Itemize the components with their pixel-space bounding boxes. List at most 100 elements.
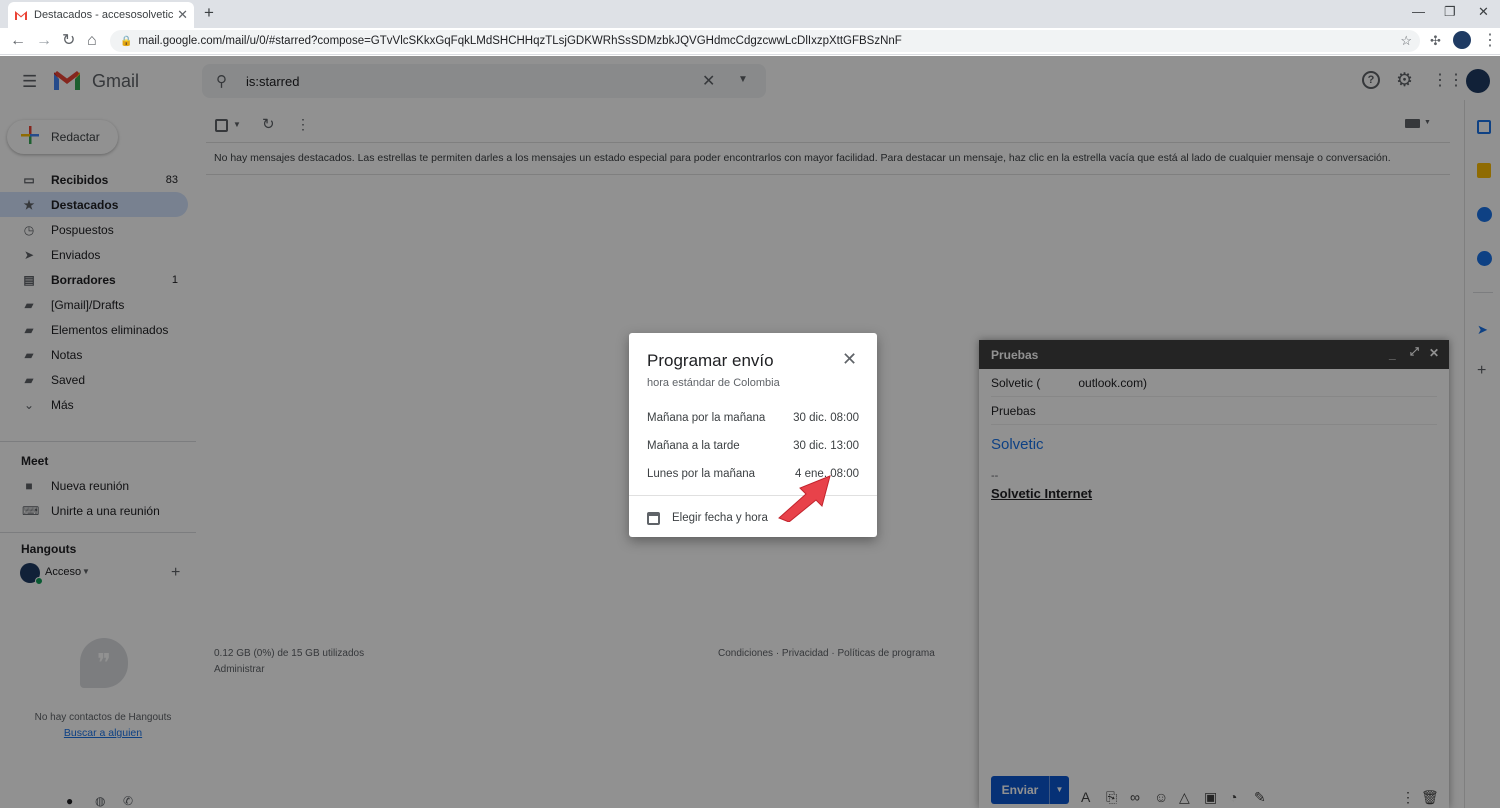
option-label: Mañana por la mañana xyxy=(647,412,766,424)
account-avatar[interactable] xyxy=(1466,69,1490,93)
meet-join-meeting[interactable]: ⌨ Unirte a una reunión xyxy=(0,498,190,523)
link-icon[interactable]: ∞ xyxy=(1130,789,1140,805)
option-time: 30 dic. 13:00 xyxy=(793,440,859,452)
compose-title: Pruebas xyxy=(991,347,1039,362)
gmail-logo-icon[interactable] xyxy=(52,70,82,97)
sidebar-item-borradores[interactable]: ▤ Borradores 1 xyxy=(0,267,190,292)
input-tools-dropdown-icon[interactable]: ▼ xyxy=(1424,119,1431,126)
sidebar-item-notas[interactable]: ▰ Notas xyxy=(0,342,190,367)
fullscreen-compose-icon[interactable]: ⤢ xyxy=(1410,346,1419,359)
storage-usage: 0.12 GB (0%) de 15 GB utilizados xyxy=(214,648,365,659)
manage-storage-link[interactable]: Administrar xyxy=(214,664,265,675)
hangouts-user-dropdown-icon[interactable]: ▼ xyxy=(82,567,90,576)
recipient-domain: outlook.com) xyxy=(1078,375,1148,390)
address-bar[interactable]: 🔒 mail.google.com/mail/u/0/#starred?comp… xyxy=(110,30,1420,52)
emoji-icon[interactable]: ☺ xyxy=(1154,789,1168,805)
find-someone-link[interactable]: Buscar a alguien xyxy=(0,727,206,739)
select-dropdown-icon[interactable]: ▼ xyxy=(233,120,241,129)
search-options-icon[interactable]: ▼ xyxy=(738,74,748,85)
sidebar-item-label: Más xyxy=(51,397,74,412)
sidebar-item-label: Borradores xyxy=(51,272,116,287)
sidebar-item-saved[interactable]: ▰ Saved xyxy=(0,367,190,392)
close-window-button[interactable]: ✕ xyxy=(1478,4,1489,20)
keep-app-icon[interactable] xyxy=(1477,163,1491,178)
sidebar-item-enviados[interactable]: ➤ Enviados xyxy=(0,242,190,267)
footer-links[interactable]: Condiciones · Privacidad · Políticas de … xyxy=(718,648,935,659)
to-field[interactable]: Solvetic ( outlook.com) xyxy=(991,369,1437,397)
sidebar-item-m-s[interactable]: ⌄ Más xyxy=(0,392,190,417)
contacts-app-icon[interactable] xyxy=(1477,251,1492,266)
sidebar-item-elementos-eliminados[interactable]: ▰ Elementos eliminados xyxy=(0,317,190,342)
sidebar-item-pospuestos[interactable]: ◷ Pospuestos xyxy=(0,217,190,242)
formatting-icon[interactable]: A xyxy=(1081,789,1090,805)
photo-icon[interactable]: ▣ xyxy=(1204,789,1217,806)
chevron-down-icon: ⌄ xyxy=(23,397,35,412)
compose-button[interactable]: Redactar xyxy=(7,120,118,154)
schedule-send-dialog: Programar envío hora estándar de Colombi… xyxy=(629,333,877,537)
addon-icon[interactable]: ➤ xyxy=(1477,322,1488,338)
sidebar-item-recibidos[interactable]: ▭ Recibidos 83 xyxy=(0,167,190,192)
phone-icon[interactable]: ✆ xyxy=(123,794,133,808)
clear-search-icon[interactable]: ✕ xyxy=(702,71,715,91)
reload-icon[interactable]: ↻ xyxy=(62,32,75,50)
extensions-icon[interactable]: ✣ xyxy=(1430,32,1441,50)
more-options-icon[interactable]: ⋮ xyxy=(1401,789,1415,806)
help-icon[interactable]: ? xyxy=(1362,71,1380,89)
tasks-app-icon[interactable] xyxy=(1477,207,1492,222)
dialog-subtitle: hora estándar de Colombia xyxy=(647,377,780,389)
new-tab-button[interactable]: + xyxy=(204,4,214,22)
send-button[interactable]: Enviar ▼ xyxy=(991,776,1069,804)
browser-menu-icon[interactable]: ⋮ xyxy=(1482,32,1498,50)
calendar-app-icon[interactable] xyxy=(1477,120,1491,134)
hangouts-user[interactable]: Acceso xyxy=(45,566,81,578)
sidebar-item-label: Notas xyxy=(51,347,83,362)
main-menu-icon[interactable]: ☰ xyxy=(22,72,37,92)
search-icon[interactable]: ⚲ xyxy=(216,72,227,90)
meet-new-meeting[interactable]: ■ Nueva reunión xyxy=(0,473,190,498)
forward-icon[interactable]: → xyxy=(36,32,52,50)
clock-icon: ◷ xyxy=(23,222,35,237)
get-addons-plus-icon[interactable]: + xyxy=(1477,362,1486,380)
conversations-icon[interactable]: ◍ xyxy=(95,794,105,808)
input-tools-keyboard-icon[interactable] xyxy=(1405,119,1420,128)
bookmark-star-icon[interactable]: ☆ xyxy=(1400,33,1412,49)
home-icon[interactable]: ⌂ xyxy=(87,32,97,50)
browser-toolbar: ← → ↻ ⌂ 🔒 mail.google.com/mail/u/0/#star… xyxy=(0,28,1500,55)
gmail-logo-text: Gmail xyxy=(92,71,140,91)
drive-icon[interactable]: △ xyxy=(1179,789,1190,806)
sidebar-item-label: Elementos eliminados xyxy=(51,322,169,337)
refresh-icon[interactable]: ↻ xyxy=(262,115,275,133)
select-all-checkbox[interactable] xyxy=(215,119,228,132)
tab-close-icon[interactable]: ✕ xyxy=(177,7,188,23)
unread-count-badge: 1 xyxy=(171,273,178,286)
subject-field[interactable]: Pruebas xyxy=(991,397,1437,425)
confidential-icon[interactable]: ◔ xyxy=(1229,789,1237,805)
dialog-close-icon[interactable]: ✕ xyxy=(842,349,857,370)
compose-header[interactable]: Pruebas _ ⤢ ✕ xyxy=(979,340,1449,369)
signature-pen-icon[interactable]: ✎ xyxy=(1254,789,1266,806)
close-compose-icon[interactable]: ✕ xyxy=(1429,346,1439,360)
settings-gear-icon[interactable]: ⚙ xyxy=(1396,69,1413,92)
more-actions-icon[interactable]: ⋮ xyxy=(296,116,310,133)
minimize-compose-icon[interactable]: _ xyxy=(1389,347,1396,361)
minimize-button[interactable]: — xyxy=(1412,4,1425,20)
sidebar-item-gmail-drafts[interactable]: ▰ [Gmail]/Drafts xyxy=(0,292,190,317)
pick-date-time-label: Elegir fecha y hora xyxy=(672,512,768,524)
schedule-send-dropdown-icon[interactable]: ▼ xyxy=(1049,776,1069,804)
apps-grid-icon[interactable]: ⋮⋮ xyxy=(1432,70,1464,90)
back-icon[interactable]: ← xyxy=(10,32,26,50)
browser-tab[interactable]: Destacados - accesosolvetic1@g ✕ xyxy=(8,2,194,28)
attach-icon[interactable]: ⎘ xyxy=(1106,789,1117,806)
profile-avatar[interactable] xyxy=(1453,31,1471,49)
send-label: Enviar xyxy=(1001,783,1039,797)
draft-icon: ▤ xyxy=(23,272,35,287)
discard-draft-icon[interactable]: 🗑 xyxy=(1421,789,1439,806)
add-hangout-icon[interactable]: + xyxy=(171,564,180,582)
restore-button[interactable]: ❐ xyxy=(1444,4,1456,20)
search-input[interactable]: is:starred xyxy=(246,74,299,89)
schedule-option[interactable]: Mañana por la mañana 30 dic. 08:00 xyxy=(647,412,859,424)
contacts-person-icon[interactable]: ● xyxy=(66,794,73,808)
schedule-option[interactable]: Mañana a la tarde 30 dic. 13:00 xyxy=(647,440,859,452)
sidebar-item-destacados[interactable]: ★ Destacados xyxy=(0,192,188,217)
search-bar[interactable]: ⚲ is:starred ✕ ▼ xyxy=(202,64,766,98)
